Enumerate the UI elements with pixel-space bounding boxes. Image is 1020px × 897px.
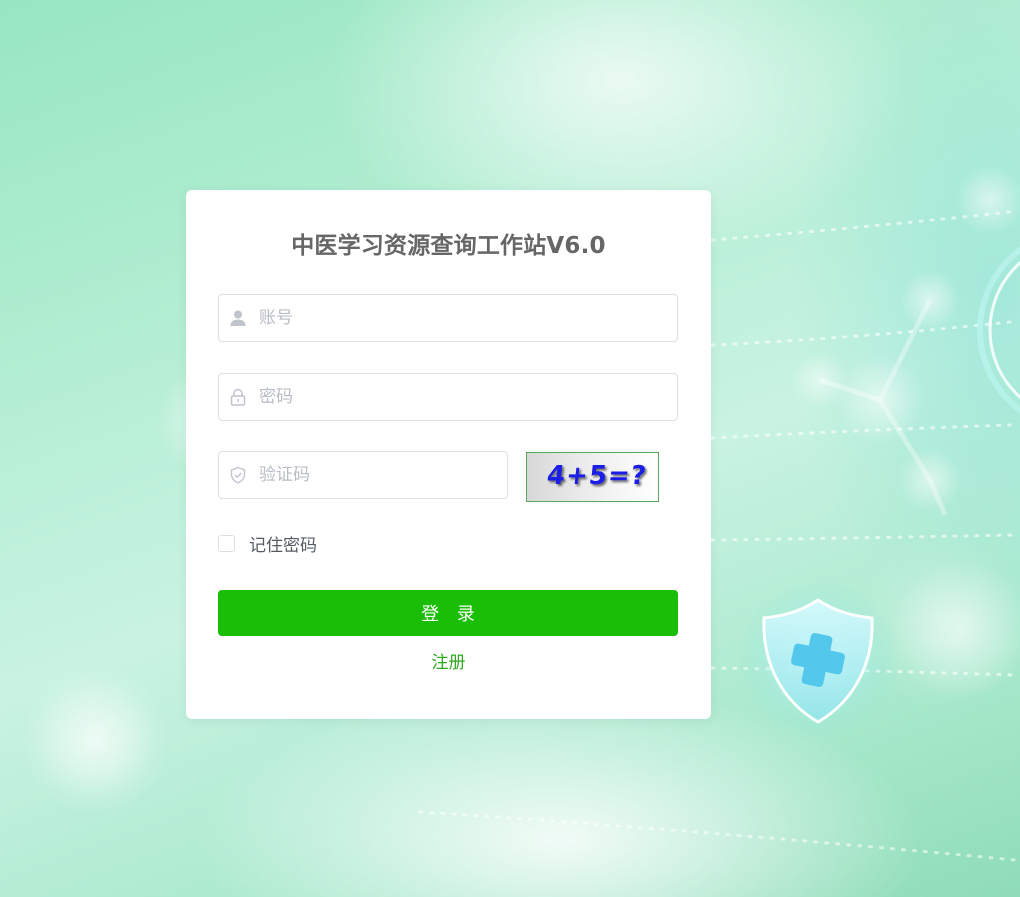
shield-check-icon bbox=[230, 466, 246, 484]
lock-icon bbox=[230, 388, 246, 406]
login-card: 中医学习资源查询工作站V6.0 4+5=? 记住密码 登 录 注册 bbox=[186, 190, 711, 719]
login-button[interactable]: 登 录 bbox=[218, 590, 678, 636]
password-field[interactable] bbox=[218, 373, 678, 421]
account-input[interactable] bbox=[259, 295, 659, 341]
captcha-input[interactable] bbox=[259, 452, 494, 498]
captcha-image[interactable]: 4+5=? bbox=[526, 452, 659, 502]
captcha-text: 4+5=? bbox=[545, 461, 649, 491]
remember-label: 记住密码 bbox=[249, 535, 317, 556]
register-link[interactable]: 注册 bbox=[186, 648, 711, 673]
remember-checkbox[interactable] bbox=[218, 534, 235, 552]
password-input[interactable] bbox=[259, 374, 659, 420]
page-title: 中医学习资源查询工作站V6.0 bbox=[291, 233, 606, 259]
captcha-field[interactable] bbox=[218, 451, 508, 499]
remember-password[interactable]: 记住密码 bbox=[218, 532, 317, 556]
account-field[interactable] bbox=[218, 294, 678, 342]
user-icon bbox=[230, 310, 246, 326]
